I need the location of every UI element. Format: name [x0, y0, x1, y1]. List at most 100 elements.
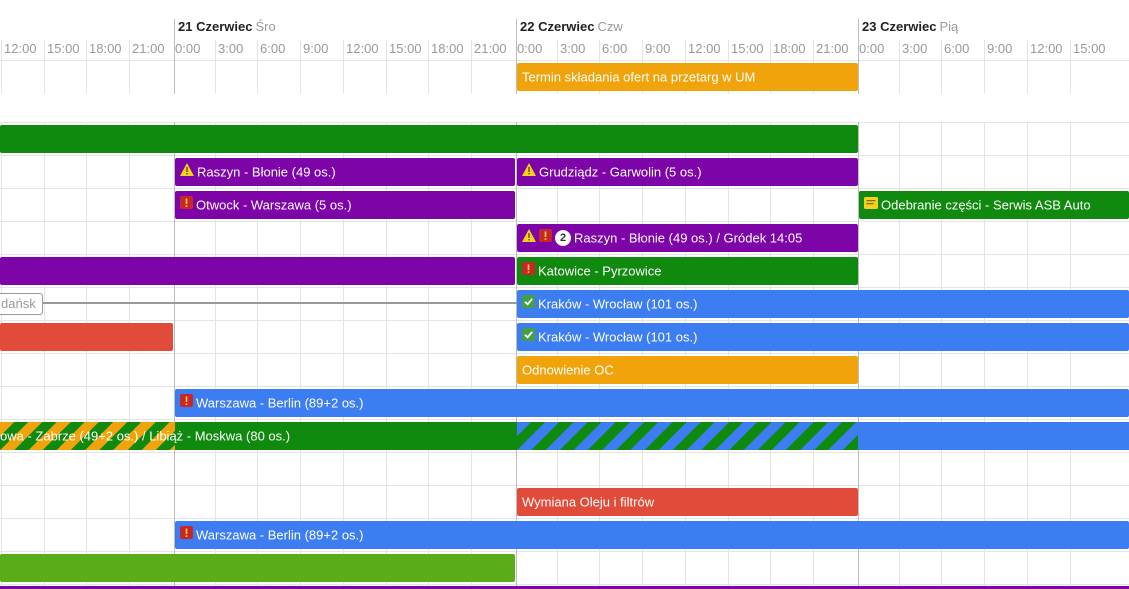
row-divider	[0, 551, 1129, 552]
hour-label: 15:00	[47, 41, 80, 56]
hour-divider	[386, 40, 387, 589]
hour-label: 18:00	[773, 41, 806, 56]
hour-label: 12:00	[4, 41, 37, 56]
event-label: Raszyn - Błonie (49 os.)	[197, 164, 336, 180]
hour-label: 18:00	[89, 41, 122, 56]
note-icon	[864, 191, 878, 219]
hour-divider	[343, 40, 344, 589]
alert-icon	[180, 389, 193, 417]
day-header-21: 21 Czerwiec Śro	[178, 19, 276, 39]
event-odnowienie-oc[interactable]: Odnowienie OC	[517, 356, 858, 384]
row-divider	[0, 254, 1129, 255]
hour-label: 6:00	[944, 41, 970, 56]
warning-icon	[522, 158, 536, 186]
event-label: owa - Zabrze (49+2 os.) / Libiąż - Moskw…	[0, 428, 291, 444]
hour-label: 15:00	[1073, 41, 1106, 56]
hour-divider	[257, 40, 258, 589]
event-lime-bar[interactable]	[0, 554, 515, 582]
event-raszyn-blonie[interactable]: Raszyn - Błonie (49 os.)	[175, 158, 515, 186]
check-icon	[522, 323, 535, 351]
event-label: Warszawa - Berlin (89+2 os.)	[196, 395, 364, 411]
hour-label: 6:00	[260, 41, 286, 56]
hour-label: 9:00	[645, 41, 671, 56]
hour-label: 12:00	[688, 41, 721, 56]
event-label: Raszyn - Błonie (49 os.) / Gródek 14:05	[574, 230, 803, 246]
event-label: Warszawa - Berlin (89+2 os.)	[196, 527, 364, 543]
day-of-week: Pią	[939, 19, 959, 34]
event-green-bar[interactable]	[0, 125, 858, 153]
event-label: Grudziądz - Garwolin (5 os.)	[539, 164, 702, 180]
alert-icon	[522, 257, 535, 285]
hour-label: 15:00	[389, 41, 422, 56]
hour-label: 0:00	[175, 41, 201, 56]
event-warszawa-berlin-1[interactable]: Warszawa - Berlin (89+2 os.)	[175, 389, 1129, 417]
hour-label: 3:00	[560, 41, 586, 56]
event-label: Kraków - Wrocław (101 os.)	[538, 296, 698, 312]
timeline-grid[interactable]: 21 Czerwiec Śro 22 Czerwiec Czw 23 Czerwie…	[0, 0, 1129, 589]
dependency-connector-line	[30, 302, 518, 304]
day-header-23: 23 Czerwiec Pią	[862, 19, 958, 39]
hour-label: 18:00	[431, 41, 464, 56]
event-label: Wymiana Oleju i filtrów	[522, 494, 655, 510]
hour-label: 9:00	[303, 41, 329, 56]
alert-icon	[539, 224, 552, 252]
event-blue-segment[interactable]	[858, 422, 1129, 450]
hour-divider	[44, 40, 45, 589]
row-divider	[0, 452, 1129, 453]
hour-label: 12:00	[346, 41, 379, 56]
hour-label: 0:00	[517, 41, 543, 56]
event-red-bar[interactable]	[0, 323, 173, 351]
empty-row-band	[0, 94, 1129, 122]
hour-label: 21:00	[474, 41, 507, 56]
event-striped-segment-right[interactable]	[517, 422, 858, 450]
hour-divider	[471, 40, 472, 589]
hour-divider	[300, 40, 301, 589]
hour-divider	[428, 40, 429, 589]
row-divider	[0, 320, 1129, 321]
hour-divider	[215, 40, 216, 589]
event-label: Kraków - Wrocław (101 os.)	[538, 329, 698, 345]
hour-label: 21:00	[816, 41, 849, 56]
row-divider	[0, 518, 1129, 519]
dependency-tag[interactable]: dańsk	[0, 293, 43, 315]
row-divider	[0, 485, 1129, 486]
hour-label: 12:00	[1030, 41, 1063, 56]
row-divider	[0, 60, 1129, 61]
event-grudziadz-garwolin[interactable]: Grudziądz - Garwolin (5 os.)	[517, 158, 858, 186]
row-divider	[0, 221, 1129, 222]
row-divider	[0, 584, 1129, 585]
event-zabrze-moskwa[interactable]: owa - Zabrze (49+2 os.) / Libiąż - Moskw…	[0, 422, 517, 450]
event-label: Katowice - Pyrzowice	[538, 263, 662, 279]
hour-label: 3:00	[902, 41, 928, 56]
event-wymiana-oleju[interactable]: Wymiana Oleju i filtrów	[517, 488, 858, 516]
hour-label: 9:00	[987, 41, 1013, 56]
row-divider	[0, 287, 1129, 288]
row-divider	[0, 353, 1129, 354]
hour-divider	[86, 40, 87, 589]
hour-divider	[129, 40, 130, 589]
event-krakow-wroclaw-1[interactable]: Kraków - Wrocław (101 os.)	[517, 290, 1129, 318]
day-date: 23 Czerwiec	[862, 19, 937, 34]
event-label: Odebranie części - Serwis ASB Auto	[881, 197, 1091, 213]
event-purple-bar[interactable]	[0, 257, 515, 285]
alert-icon	[180, 521, 193, 549]
alert-icon	[180, 191, 193, 219]
day-of-week: Czw	[597, 19, 623, 34]
row-divider	[0, 188, 1129, 189]
event-label: Termin składania ofert na przetarg w UM	[522, 69, 756, 85]
event-odebranie-czesci[interactable]: Odebranie części - Serwis ASB Auto	[859, 191, 1129, 219]
event-krakow-wroclaw-2[interactable]: Kraków - Wrocław (101 os.)	[517, 323, 1129, 351]
day-of-week: Śro	[255, 19, 276, 34]
warning-icon	[522, 224, 536, 252]
event-tender-deadline[interactable]: Termin składania ofert na przetarg w UM	[517, 63, 858, 91]
warning-icon	[180, 158, 194, 186]
event-katowice-pyrzowice[interactable]: Katowice - Pyrzowice	[517, 257, 858, 285]
hour-label: 3:00	[218, 41, 244, 56]
day-date: 21 Czerwiec	[178, 19, 253, 34]
hour-label: 15:00	[731, 41, 764, 56]
event-otwock-warszawa[interactable]: Otwock - Warszawa (5 os.)	[175, 191, 515, 219]
row-divider	[0, 386, 1129, 387]
count-badge: 2	[555, 229, 571, 246]
event-warszawa-berlin-2[interactable]: Warszawa - Berlin (89+2 os.)	[175, 521, 1129, 549]
event-raszyn-blonie-grodek[interactable]: 2 Raszyn - Błonie (49 os.) / Gródek 14:05	[517, 224, 858, 252]
